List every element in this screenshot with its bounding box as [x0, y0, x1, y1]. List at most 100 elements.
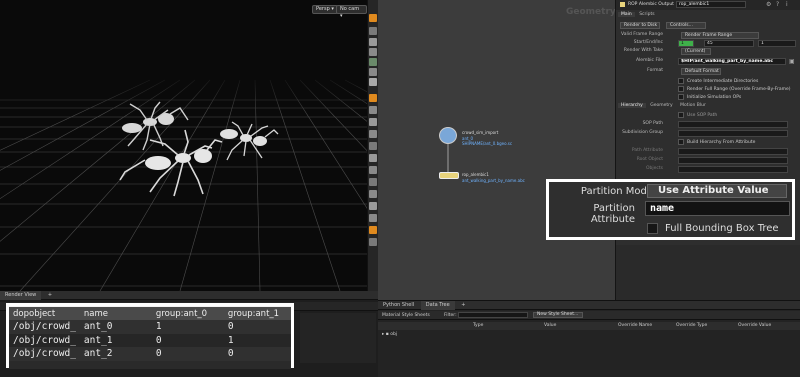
full-range-checkbox[interactable] — [678, 86, 684, 92]
column-header[interactable]: Override Name — [618, 323, 652, 328]
column-header[interactable]: Override Type — [676, 323, 707, 328]
display-options-icon[interactable] — [369, 94, 377, 102]
tab-motion-blur[interactable]: Motion Blur — [677, 103, 709, 108]
column-header[interactable]: Type — [473, 323, 483, 328]
points-icon[interactable] — [369, 130, 377, 138]
ghost-icon[interactable] — [369, 166, 377, 174]
build-hierarchy-label: Build Hierarchy From Attribute — [687, 140, 756, 145]
column-header[interactable]: group:ant_1 — [223, 307, 291, 320]
tab-render-view[interactable]: Render View — [0, 291, 42, 300]
data-tree-row[interactable]: ▸ ▪ obj — [382, 332, 397, 337]
partition-mode-label: Partition Mode — [580, 186, 653, 197]
tab-data-tree[interactable]: Data Tree — [420, 301, 455, 310]
end-frame-field[interactable]: 45 — [704, 40, 754, 47]
view-tool-icon[interactable] — [369, 27, 377, 35]
tab-geometry[interactable]: Geometry — [647, 103, 675, 108]
node1-sub2: SHIPNAME/ant_0.bgeo.sc — [462, 141, 513, 146]
param-row-objects: Objects — [616, 166, 800, 174]
partition-settings-zoom: Partition Mode Use Attribute Value Parti… — [546, 179, 795, 240]
objects-field[interactable] — [678, 166, 788, 173]
normals-icon[interactable] — [369, 142, 377, 150]
data-tree-toolbar: Material Style Sheets Filter: New Style … — [378, 311, 800, 320]
scene-viewport[interactable]: Persp ▾ No cam ▾ — [0, 0, 367, 291]
subdivision-group-field[interactable] — [678, 130, 788, 137]
rop-alembic-node[interactable] — [439, 172, 459, 179]
pin-icon[interactable] — [369, 190, 377, 198]
column-header[interactable]: name — [79, 307, 152, 320]
geometry-spreadsheet: dopobject name group:ant_0 group:ant_1 /… — [6, 303, 294, 369]
network-editor[interactable]: Geometry crowd_sim_import ant_0 SHIPNAME… — [378, 0, 616, 300]
tab-python-shell[interactable]: Python Shell — [378, 301, 419, 310]
file-browse-icon[interactable]: ▣ — [789, 58, 795, 65]
format-menu[interactable]: Default Format — [681, 68, 721, 75]
info-icon[interactable]: i — [786, 1, 788, 8]
home-icon[interactable] — [369, 226, 377, 234]
shading-icon[interactable] — [369, 118, 377, 126]
visibility-icon[interactable] — [369, 48, 377, 56]
viewport-canvas[interactable] — [0, 0, 367, 291]
use-sop-checkbox[interactable] — [678, 112, 684, 118]
add-tab-icon[interactable]: + — [43, 291, 57, 300]
tab-main[interactable]: Main — [618, 12, 635, 17]
partition-attribute-field[interactable]: name — [645, 201, 790, 216]
take-menu[interactable]: (Current) — [681, 48, 711, 55]
frame-icon[interactable] — [369, 238, 377, 246]
display-menu-button[interactable]: No cam ▾ — [336, 5, 367, 19]
param-row-chk2: Render Full Range (Override Frame-By-Fra… — [616, 86, 800, 94]
bounding-box-icon[interactable] — [369, 178, 377, 186]
add-tab-icon[interactable]: + — [456, 301, 470, 310]
sop-path-field[interactable] — [678, 121, 788, 128]
render-to-disk-button[interactable]: Render to Disk — [620, 22, 660, 29]
select-tool-icon[interactable] — [369, 14, 377, 22]
filter-input[interactable] — [458, 312, 528, 318]
network-wires — [447, 144, 449, 172]
help-icon[interactable]: ? — [776, 1, 779, 8]
isolate-icon[interactable] — [369, 214, 377, 222]
column-header[interactable]: Override Value — [738, 323, 771, 328]
use-sop-label: Use SOP Path — [687, 113, 718, 118]
tab-scripts[interactable]: Scripts — [636, 12, 657, 17]
column-header[interactable]: Value — [544, 323, 556, 328]
gear-icon[interactable]: ⚙ — [766, 1, 771, 8]
start-frame-field[interactable]: 1 — [678, 40, 694, 47]
camera-menu-button[interactable]: Persp ▾ — [312, 5, 338, 14]
template-icon[interactable] — [369, 154, 377, 162]
format-label: Format — [647, 68, 663, 73]
table-row[interactable]: /obj/crowd_ ant_1 0 1 — [9, 333, 291, 347]
table-cell: 0 — [223, 320, 291, 334]
table-cell: /obj/crowd_ — [9, 320, 80, 334]
table-row[interactable]: /obj/crowd_ ant_0 1 0 — [9, 320, 291, 334]
tab-hierarchy[interactable]: Hierarchy — [618, 103, 646, 108]
link-icon[interactable] — [369, 202, 377, 210]
controls-button[interactable]: Controls... — [666, 22, 706, 29]
table-cell: /obj/crowd_ — [9, 347, 80, 361]
column-header[interactable]: group:ant_0 — [151, 307, 224, 320]
build-hierarchy-checkbox[interactable] — [678, 139, 684, 145]
param-row-build-hier: Build Hierarchy From Attribute — [616, 139, 800, 147]
table-cell: 1 — [151, 320, 224, 334]
full-range-label: Render Full Range (Override Frame-By-Fra… — [687, 87, 791, 92]
node2-name: rop_alembic1 — [462, 172, 489, 177]
snap-icon[interactable] — [369, 38, 377, 46]
intermediate-dirs-checkbox[interactable] — [678, 78, 684, 84]
table-row[interactable]: /obj/crowd_ ant_2 0 0 — [9, 347, 291, 361]
inc-frame-field[interactable]: 1 — [758, 40, 796, 47]
wireframe-icon[interactable] — [369, 106, 377, 114]
table-cell: 0 — [223, 347, 291, 361]
path-attribute-field[interactable] — [678, 148, 788, 155]
partition-settings-panel: Partition Mode Use Attribute Value Parti… — [549, 182, 792, 237]
camera-icon[interactable] — [369, 78, 377, 86]
alembic-file-field[interactable]: $HIP/ant_walking_part_by_name.abc — [678, 58, 786, 65]
node-name-field[interactable]: rop_alembic1 — [676, 1, 746, 8]
root-object-field[interactable] — [678, 157, 788, 164]
dop-import-node[interactable] — [439, 127, 457, 144]
param-row-alembic-file: Alembic File $HIP/ant_walking_part_by_na… — [616, 58, 800, 66]
init-sim-checkbox[interactable] — [678, 94, 684, 100]
grid-icon[interactable] — [369, 58, 377, 66]
column-header[interactable]: dopobject — [9, 307, 80, 320]
new-style-sheet-button[interactable]: New Style Sheet... — [533, 312, 583, 318]
full-bounding-box-checkbox[interactable] — [647, 223, 658, 234]
lighting-icon[interactable] — [369, 68, 377, 76]
partition-mode-menu[interactable]: Use Attribute Value — [647, 184, 787, 198]
valid-frame-range-menu[interactable]: Render Frame Range — [681, 32, 759, 39]
